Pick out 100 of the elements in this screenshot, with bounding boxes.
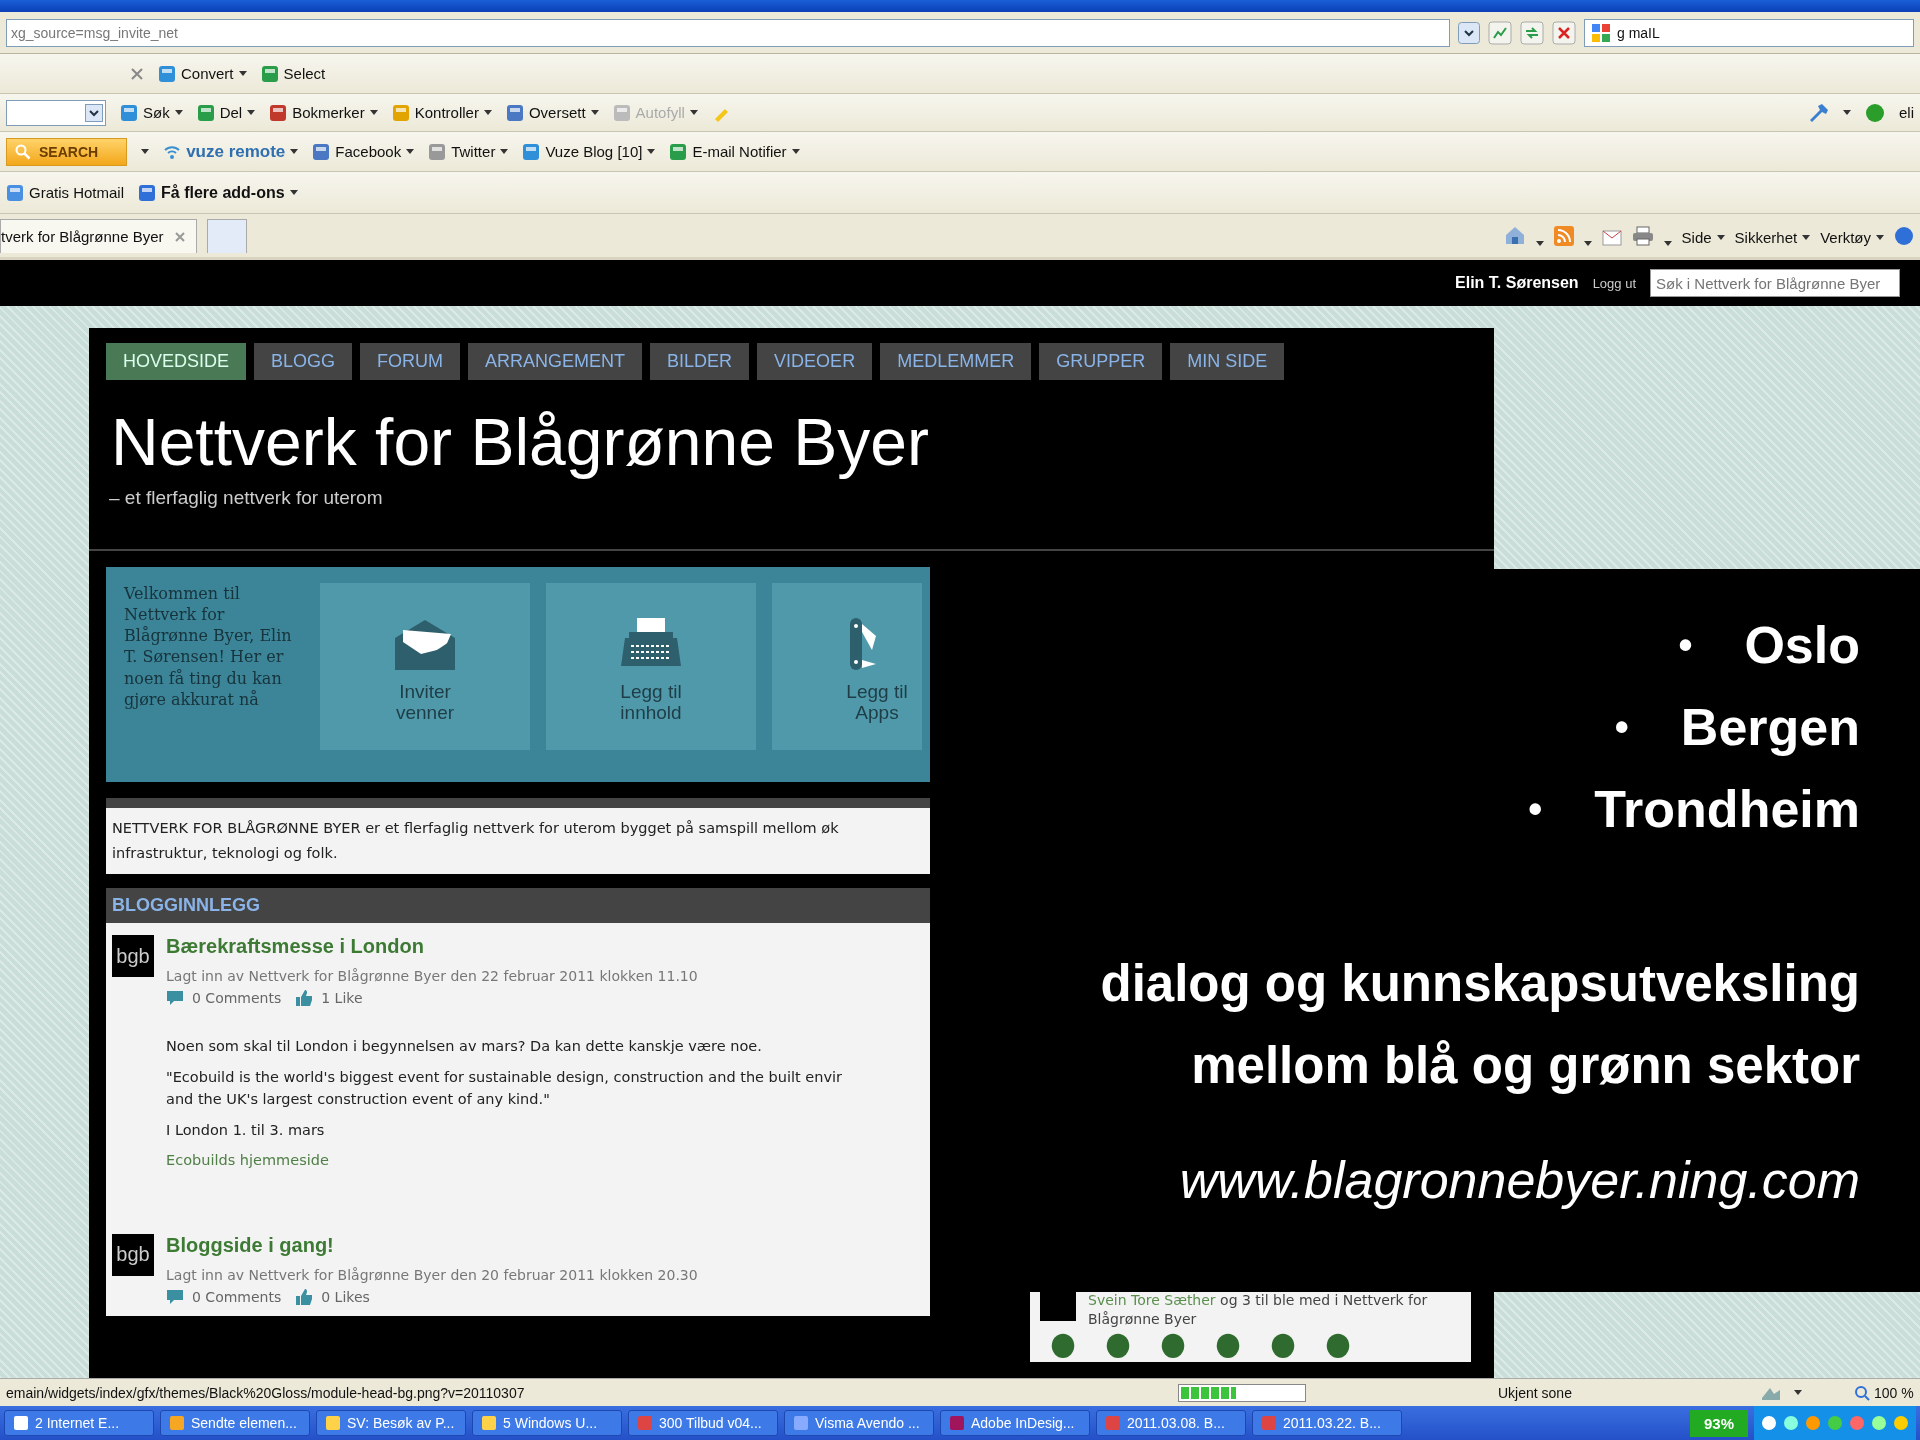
action-tile[interactable]: Legg til Apps	[772, 582, 922, 750]
nav-tab[interactable]: GRUPPER	[1039, 343, 1163, 380]
toolbar-button[interactable]: Kontroller	[391, 103, 492, 122]
member-avatar-icon	[1325, 1331, 1351, 1358]
welcome-text: Velkommen til Nettverk for Blågrønne Byer, Elin T. Sørensen! Her er noen få ting du kan gjøre akkurat nå	[124, 582, 293, 711]
nav-tab[interactable]: FORUM	[360, 343, 461, 380]
zoom-button[interactable]: 100 %	[1854, 1384, 1914, 1401]
caret-icon	[483, 110, 492, 115]
caret-icon	[1876, 235, 1884, 240]
toolbar-button[interactable]: vuze remote	[163, 141, 299, 162]
home-icon	[1503, 224, 1526, 246]
compatibility-icon	[1488, 20, 1512, 45]
external-link[interactable]: Ecobuilds hjemmeside	[166, 1149, 843, 1172]
toolbar-icon	[669, 142, 688, 161]
search-field[interactable]: g maIL	[1584, 18, 1914, 47]
caret-icon	[1794, 1390, 1802, 1395]
caret-icon	[289, 190, 298, 195]
address-field[interactable]: xg_source=msg_invite_net	[6, 18, 1450, 47]
nav-tab[interactable]: VIDEOER	[757, 343, 873, 380]
toolbar-button[interactable]: Del	[196, 103, 256, 122]
post-meta: Lagt inn av Nettverk for Blågrønne Byer den 22 februar 2011 klokken 11.10	[166, 968, 699, 985]
post-title-link[interactable]: Bloggside i gang!	[166, 1233, 698, 1257]
nav-tab[interactable]: BILDER	[650, 343, 750, 380]
favorite-link[interactable]: Gratis Hotmail	[6, 183, 125, 202]
post-title-link[interactable]: Bærekraftsmesse i London	[166, 935, 843, 959]
browser-tab[interactable]	[206, 219, 247, 253]
taskbar-button[interactable]: SV: Besøk av P...	[316, 1410, 466, 1436]
likes-link[interactable]: 1 Like	[321, 990, 363, 1007]
menu-button[interactable]: Verktøy	[1820, 229, 1884, 246]
toolbar-icon	[6, 183, 24, 202]
comments-link[interactable]: 0 Comments	[192, 990, 282, 1007]
search-field[interactable]: Søk i Nettverk for Blågrønne Byer	[1650, 269, 1900, 297]
toolbar-button[interactable]: Oversett	[505, 103, 599, 122]
caret-icon	[238, 71, 247, 76]
user-name[interactable]: Elin T. Sørensen	[1455, 274, 1579, 292]
post-paragraph: "Ecobuild is the world's biggest event for sustainable design, construction and the built envir and the UK's largest construction event of any kind."	[166, 1067, 843, 1110]
taskbar-button[interactable]: 2011.03.08. B...	[1096, 1410, 1246, 1436]
toolbar-button[interactable]: Twitter	[428, 142, 509, 161]
taskbar-button[interactable]: Sendte elemen...	[160, 1410, 310, 1436]
toolbar-icon	[505, 103, 524, 122]
taskbar-button[interactable]: Adobe InDesig...	[940, 1410, 1090, 1436]
nav-tab[interactable]: HOVEDSIDE	[106, 343, 247, 380]
caret-icon	[1843, 110, 1851, 115]
printer-icon	[1631, 226, 1654, 246]
nav-tab[interactable]: MEDLEMMER	[880, 343, 1032, 380]
avatar-logo: bgb	[112, 1233, 154, 1276]
tray-icon	[1826, 1414, 1844, 1432]
taskbar-button[interactable]: 5 Windows U...	[472, 1410, 622, 1436]
member-link[interactable]: Svein Tore Sæther	[1088, 1291, 1216, 1308]
nav-tab[interactable]: BLOGG	[254, 343, 353, 380]
google-icon	[1591, 22, 1611, 43]
activity-text: Svein Tore Sæther og 3 til ble med i Nettverk for Blågrønne Byer	[1088, 1290, 1429, 1330]
likes-link[interactable]: 0 Likes	[321, 1288, 370, 1305]
app-icon	[949, 1415, 965, 1431]
description-text: NETTVERK FOR BLÅGRØNNE BYER er et flerfaglig nettverk for uterom bygget på samspill mellom øk infrastruktur, teknologi og folk.	[112, 818, 840, 863]
site-subtitle: – et flerfaglig nettverk for uterom	[109, 486, 384, 509]
taskbar-button[interactable]: 2011.03.22. B...	[1252, 1410, 1402, 1436]
toolbar-button[interactable]: Convert	[158, 64, 247, 83]
menu-button[interactable]: Side	[1681, 229, 1725, 246]
tray-icon	[1870, 1414, 1888, 1432]
toolbar-button[interactable]: Vuze Blog [10]	[522, 142, 656, 161]
app-icon	[325, 1415, 341, 1431]
caret-icon	[1802, 235, 1811, 240]
bullet: •	[1614, 707, 1629, 747]
action-tile[interactable]: Legg til innhold	[546, 582, 756, 750]
taskbar-button[interactable]: 300 Tilbud v04...	[628, 1410, 778, 1436]
nav-tab[interactable]: ARRANGEMENT	[468, 343, 643, 380]
search-field[interactable]	[6, 99, 106, 126]
browser-tab[interactable]: tverk for Blågrønne Byer	[0, 219, 197, 253]
nav-tab[interactable]: MIN SIDE	[1170, 343, 1285, 380]
taskbar-button[interactable]: 2 Internet E...	[4, 1410, 154, 1436]
toolbar-button[interactable]: Select	[260, 64, 326, 83]
toolbar-icon	[158, 64, 176, 83]
status-dot-icon	[1865, 102, 1885, 123]
rss-icon	[1553, 226, 1574, 246]
comments-link[interactable]: 0 Comments	[192, 1288, 282, 1305]
toolbar-icon	[522, 142, 541, 161]
logout-link[interactable]: Logg ut	[1592, 275, 1636, 291]
app-icon	[1261, 1415, 1277, 1431]
caret-icon	[1663, 241, 1672, 246]
menu-button[interactable]: Sikkerhet	[1734, 229, 1811, 246]
member-avatar-icon	[1160, 1331, 1186, 1358]
caret-icon	[406, 149, 415, 154]
toolbar-button[interactable]: E-mail Notifier	[669, 142, 800, 161]
toolbar-icon	[120, 103, 138, 122]
toolbar-button[interactable]: Søk	[120, 103, 183, 122]
toolbar-button[interactable]: Bokmerker	[269, 103, 378, 122]
taskbar-button[interactable]: Visma Avendo ...	[784, 1410, 934, 1436]
favorite-link[interactable]: Få flere add-ons	[138, 183, 298, 202]
member-avatar-icon	[1270, 1331, 1296, 1358]
search-button[interactable]: SEARCH	[6, 137, 128, 166]
dropdown-icon	[1458, 21, 1480, 44]
toolbar-button[interactable]: Facebook	[312, 142, 415, 161]
action-tile[interactable]: Inviter venner	[320, 582, 530, 750]
caret-icon	[290, 149, 299, 154]
tray-icon	[1848, 1414, 1866, 1432]
zone-text: Ukjent sone	[1498, 1384, 1573, 1401]
caret-icon	[590, 110, 599, 115]
toolbar-icon	[391, 103, 410, 122]
post-meta: Lagt inn av Nettverk for Blågrønne Byer den 20 februar 2011 klokken 20.30	[166, 1266, 698, 1283]
